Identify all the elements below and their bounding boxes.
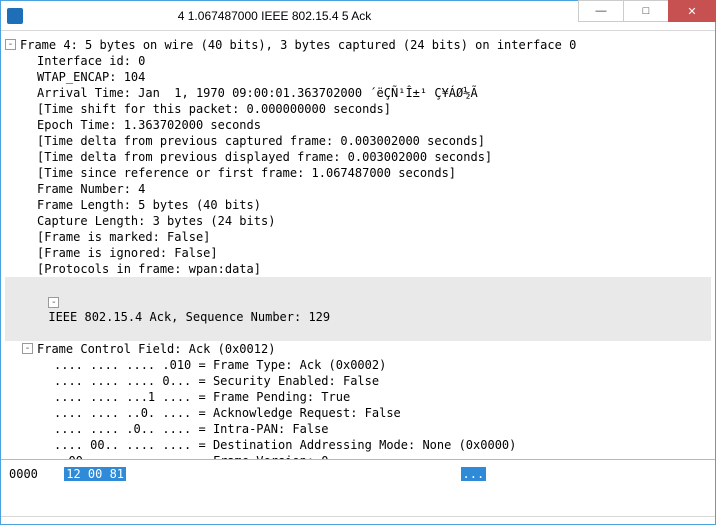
tree-item[interactable]: Arrival Time: Jan 1, 1970 09:00:01.36370… xyxy=(5,85,711,101)
tree-item[interactable]: .... 00.. .... .... = Destination Addres… xyxy=(5,437,711,453)
field-text: [Time delta from previous captured frame… xyxy=(37,133,485,149)
field-text: Epoch Time: 1.363702000 seconds xyxy=(37,117,261,133)
collapse-icon[interactable]: - xyxy=(48,297,59,308)
field-text: [Time shift for this packet: 0.000000000… xyxy=(37,101,391,117)
ieee-node[interactable]: - IEEE 802.15.4 Ack, Sequence Number: 12… xyxy=(5,277,711,341)
tree-item[interactable]: [Time delta from previous displayed fram… xyxy=(5,149,711,165)
tree-item[interactable]: WTAP_ENCAP: 104 xyxy=(5,69,711,85)
field-text: Arrival Time: Jan 1, 1970 09:00:01.36370… xyxy=(37,85,478,101)
field-text: .... .... .0.. .... = Intra-PAN: False xyxy=(54,421,329,437)
field-text: .... .... ...1 .... = Frame Pending: Tru… xyxy=(54,389,350,405)
tree-item[interactable]: Interface id: 0 xyxy=(5,53,711,69)
packet-details-tree[interactable]: - Frame 4: 5 bytes on wire (40 bits), 3 … xyxy=(1,31,715,460)
tree-item[interactable]: Frame Number: 4 xyxy=(5,181,711,197)
field-text: WTAP_ENCAP: 104 xyxy=(37,69,145,85)
tree-item[interactable]: ..00 .... .... .... = Frame Version: 0 xyxy=(5,453,711,460)
field-text: [Time since reference or first frame: 1.… xyxy=(37,165,456,181)
tree-item[interactable]: [Protocols in frame: wpan:data] xyxy=(5,261,711,277)
minimize-button[interactable]: — xyxy=(578,0,624,22)
titlebar: 4 1.067487000 IEEE 802.15.4 5 Ack — □ ✕ xyxy=(1,1,715,31)
field-text: .... .... ..0. .... = Acknowledge Reques… xyxy=(54,405,401,421)
field-text: Frame Length: 5 bytes (40 bits) xyxy=(37,197,261,213)
tree-item[interactable]: .... .... .0.. .... = Intra-PAN: False xyxy=(5,421,711,437)
field-text: [Time delta from previous displayed fram… xyxy=(37,149,492,165)
field-text: Frame Number: 4 xyxy=(37,181,145,197)
fcf-header-text: Frame Control Field: Ack (0x0012) xyxy=(37,341,275,357)
field-text: [Frame is marked: False] xyxy=(37,229,210,245)
tree-item[interactable]: Frame Length: 5 bytes (40 bits) xyxy=(5,197,711,213)
field-text: .... .... .... .010 = Frame Type: Ack (0… xyxy=(54,357,386,373)
ieee-header-text: IEEE 802.15.4 Ack, Sequence Number: 129 xyxy=(48,310,330,324)
tree-item[interactable]: [Time shift for this packet: 0.000000000… xyxy=(5,101,711,117)
field-text: .... .... .... 0... = Security Enabled: … xyxy=(54,373,379,389)
collapse-icon[interactable]: - xyxy=(5,39,16,50)
hex-dump-pane[interactable]: 0000 12 00 81 ... xyxy=(1,460,715,516)
field-text: [Frame is ignored: False] xyxy=(37,245,218,261)
tree-item[interactable]: [Frame is ignored: False] xyxy=(5,245,711,261)
tree-item[interactable]: [Time since reference or first frame: 1.… xyxy=(5,165,711,181)
tree-item[interactable]: [Time delta from previous captured frame… xyxy=(5,133,711,149)
tree-item[interactable]: Epoch Time: 1.363702000 seconds xyxy=(5,117,711,133)
field-text: .... 00.. .... .... = Destination Addres… xyxy=(54,437,516,453)
frame-header-text: Frame 4: 5 bytes on wire (40 bits), 3 by… xyxy=(20,37,576,53)
tree-item[interactable]: .... .... ...1 .... = Frame Pending: Tru… xyxy=(5,389,711,405)
field-text: Interface id: 0 xyxy=(37,53,145,69)
content-area: - Frame 4: 5 bytes on wire (40 bits), 3 … xyxy=(1,31,715,524)
window-title: 4 1.067487000 IEEE 802.15.4 5 Ack xyxy=(31,9,578,23)
hex-bytes-selected[interactable]: 12 00 81 xyxy=(64,467,126,481)
tree-item[interactable]: [Frame is marked: False] xyxy=(5,229,711,245)
field-text: [Protocols in frame: wpan:data] xyxy=(37,261,261,277)
hex-offset: 0000 xyxy=(9,467,57,481)
maximize-button[interactable]: □ xyxy=(623,0,669,22)
collapse-icon[interactable]: - xyxy=(22,343,33,354)
statusbar xyxy=(1,516,715,524)
tree-item[interactable]: .... .... .... .010 = Frame Type: Ack (0… xyxy=(5,357,711,373)
tree-item[interactable]: Capture Length: 3 bytes (24 bits) xyxy=(5,213,711,229)
field-text: ..00 .... .... .... = Frame Version: 0 xyxy=(54,453,329,460)
hex-ascii-selected[interactable]: ... xyxy=(461,467,487,481)
fcf-node[interactable]: - Frame Control Field: Ack (0x0012) xyxy=(5,341,711,357)
window-controls: — □ ✕ xyxy=(578,1,715,30)
app-icon xyxy=(7,8,23,24)
frame-node[interactable]: - Frame 4: 5 bytes on wire (40 bits), 3 … xyxy=(5,37,711,53)
tree-item[interactable]: .... .... .... 0... = Security Enabled: … xyxy=(5,373,711,389)
field-text: Capture Length: 3 bytes (24 bits) xyxy=(37,213,275,229)
close-button[interactable]: ✕ xyxy=(668,0,716,22)
tree-item[interactable]: .... .... ..0. .... = Acknowledge Reques… xyxy=(5,405,711,421)
